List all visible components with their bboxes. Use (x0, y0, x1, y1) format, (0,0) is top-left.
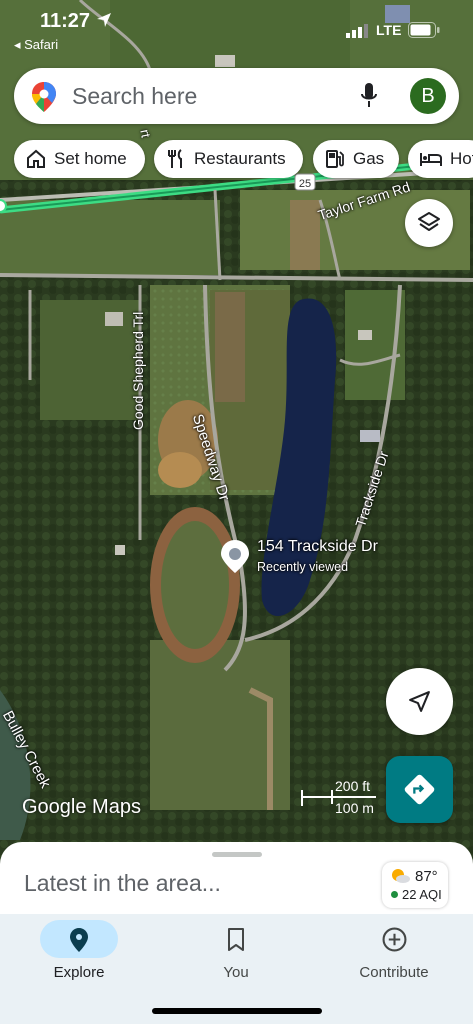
chip-hotels[interactable]: Hot (408, 140, 473, 178)
scale-meters: 100 m (335, 800, 374, 816)
status-bar: 11:27 ◂ Safari LTE (0, 0, 473, 60)
scale-feet: 200 ft (335, 778, 371, 794)
highway-shield-label: 25 (299, 178, 311, 190)
directions-button[interactable] (386, 756, 453, 823)
chip-label: Hot (450, 149, 473, 168)
google-maps-logo: Google Maps (22, 796, 141, 818)
account-avatar[interactable]: B (410, 78, 446, 114)
location-pin-icon (70, 928, 88, 952)
plus-circle-icon (382, 927, 407, 952)
aqi-indicator-dot (391, 891, 398, 898)
tab-explore[interactable]: Explore (0, 914, 158, 994)
chip-gas[interactable]: Gas (313, 140, 399, 178)
fork-knife-icon (168, 149, 182, 168)
status-time: 11:27 (40, 10, 91, 32)
chip-restaurants[interactable]: Restaurants (154, 140, 303, 178)
google-maps-pin-icon (32, 82, 56, 112)
my-location-button[interactable] (386, 668, 453, 735)
sheet-title: Latest in the area... (24, 870, 221, 896)
bookmark-icon (228, 928, 244, 951)
tab-contribute[interactable]: Contribute (315, 914, 473, 994)
partly-cloudy-icon (392, 869, 410, 883)
temperature: 87° (415, 868, 438, 885)
tab-label: Explore (53, 964, 105, 981)
search-bar[interactable]: B (14, 68, 459, 124)
road-label-good-shepherd: Good Shepherd Trl (130, 311, 146, 430)
map-scale: 200 ft 100 m (301, 778, 381, 818)
weather-widget[interactable]: 87° 22 AQI (382, 862, 448, 908)
back-to-app-link[interactable]: ◂ Safari (14, 37, 58, 53)
tab-label: Contribute (359, 964, 429, 981)
chip-label: Restaurants (194, 149, 286, 168)
home-indicator[interactable] (152, 1008, 322, 1014)
layers-icon (418, 212, 440, 231)
chip-label: Set home (54, 149, 127, 168)
microphone-icon[interactable] (360, 82, 378, 110)
network-type: LTE (376, 22, 402, 38)
place-subtitle-label: Recently viewed (257, 560, 349, 574)
place-name-label[interactable]: 154 Trackside Dr (257, 538, 378, 556)
gas-pump-icon (326, 150, 344, 168)
signal-strength-icon (346, 24, 368, 38)
directions-icon (404, 774, 435, 805)
chip-label: Gas (353, 149, 385, 168)
place-marker-icon[interactable] (220, 539, 250, 575)
navigation-arrow-icon (409, 691, 430, 712)
bed-icon (420, 153, 442, 166)
map-layers-button[interactable] (405, 199, 453, 247)
home-icon (27, 149, 45, 168)
air-quality-index: 22 AQI (402, 887, 442, 902)
location-services-icon (97, 13, 111, 27)
tab-you[interactable]: You (157, 914, 315, 994)
sheet-drag-handle[interactable] (212, 852, 262, 857)
battery-icon (408, 22, 440, 38)
tab-label: You (223, 964, 249, 981)
chip-set-home[interactable]: Set home (14, 140, 145, 178)
search-input[interactable] (72, 78, 352, 114)
